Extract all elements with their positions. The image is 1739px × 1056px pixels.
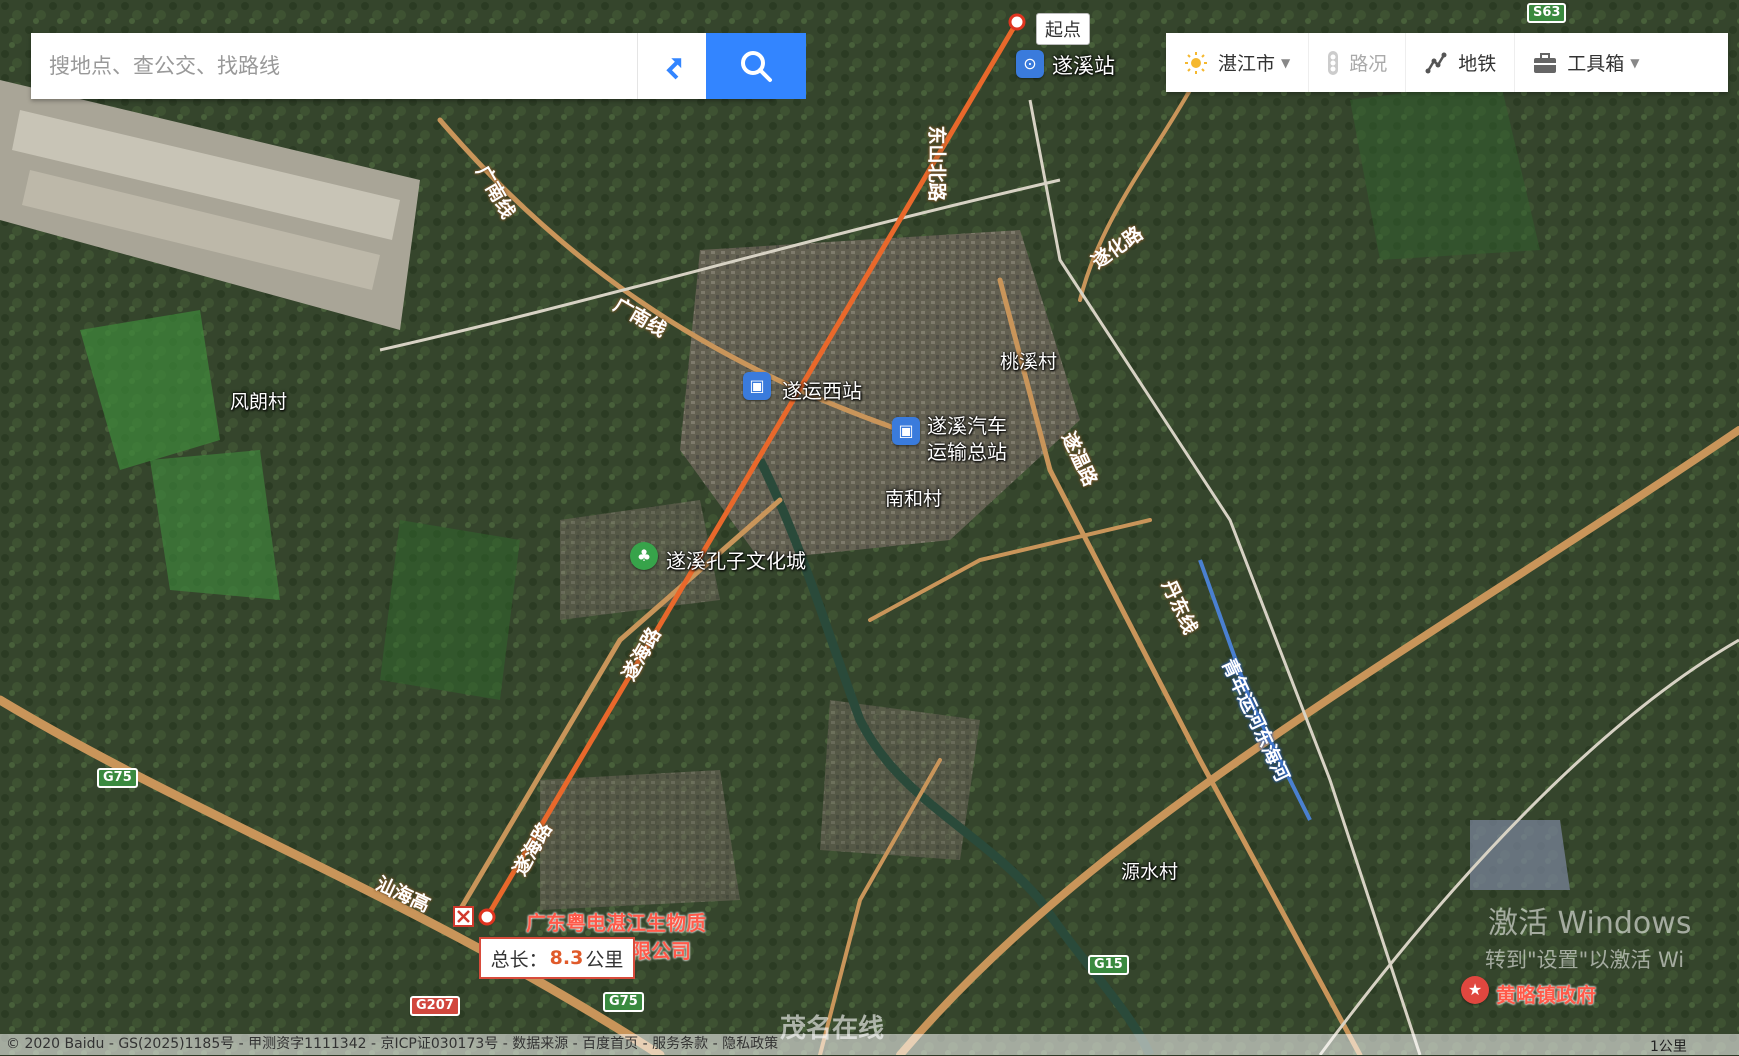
government-icon[interactable]: ★ xyxy=(1461,976,1489,1004)
park-icon[interactable]: ♣ xyxy=(630,542,658,570)
search-icon xyxy=(741,51,772,82)
city-label: 湛江市 xyxy=(1218,53,1276,75)
chevron-down-icon: ▼ xyxy=(1630,55,1640,70)
label-nanhe[interactable]: 南和村 xyxy=(885,484,942,511)
traffic-label: 路况 xyxy=(1349,53,1388,75)
distance-label: 总长： xyxy=(490,948,548,971)
toolbox-icon xyxy=(1533,52,1557,74)
toolbox-label: 工具箱 xyxy=(1567,53,1625,75)
route-start-tag: 起点 xyxy=(1036,13,1090,45)
route-start-marker xyxy=(1008,13,1026,31)
scale-bar-label: 1公里 xyxy=(1650,1039,1687,1055)
satellite-map[interactable] xyxy=(0,0,1739,1055)
shield-s63: S63 xyxy=(1527,3,1567,23)
shield-g75-b: G75 xyxy=(603,992,644,1012)
search-button[interactable] xyxy=(706,33,806,99)
search-input[interactable] xyxy=(31,33,627,99)
city-selector[interactable]: 湛江市 ▼ xyxy=(1166,33,1310,92)
traffic-light-icon xyxy=(1327,50,1339,76)
label-suixi-station[interactable]: 遂溪站 xyxy=(1052,50,1115,80)
shield-g15: G15 xyxy=(1088,955,1129,975)
sun-icon xyxy=(1184,51,1208,75)
activate-windows-hint: 转到"设置"以激活 Wi xyxy=(1485,948,1685,972)
bus-terminal-icon[interactable]: ▣ xyxy=(892,417,920,445)
traffic-button[interactable]: 路况 xyxy=(1309,33,1407,92)
label-company-1[interactable]: 广东粤电湛江生物质 xyxy=(526,907,706,936)
route-arrow-icon xyxy=(666,58,682,80)
label-huanglue-gov[interactable]: 黄略镇政府 xyxy=(1496,979,1596,1008)
label-fenglang[interactable]: 风朗村 xyxy=(230,387,287,414)
subway-label: 地铁 xyxy=(1458,53,1497,75)
label-suiyun-west[interactable]: 遂运西站 xyxy=(782,375,862,404)
route-planning-button[interactable] xyxy=(637,33,706,99)
route-end-marker xyxy=(478,908,496,926)
route-distance-box: 总长： 8.3 公里 xyxy=(479,937,635,979)
toolbox-button[interactable]: 工具箱 ▼ xyxy=(1515,33,1657,92)
subway-station-icon[interactable]: ⊙ xyxy=(1016,50,1044,78)
label-bus-terminal-2[interactable]: 运输总站 xyxy=(927,436,1007,465)
copyright-bar: © 2020 Baidu - GS(2025)1185号 - 甲测资字11113… xyxy=(0,1034,1739,1055)
distance-value: 8.3 xyxy=(549,947,584,969)
shield-g207: G207 xyxy=(410,996,460,1016)
activate-windows-watermark: 激活 Windows xyxy=(1488,906,1692,941)
subway-icon xyxy=(1424,51,1448,75)
subway-button[interactable]: 地铁 xyxy=(1406,33,1516,92)
shield-g75-a: G75 xyxy=(97,768,138,788)
search-box xyxy=(31,33,806,99)
label-bus-terminal-1[interactable]: 遂溪汽车 xyxy=(927,410,1007,439)
road-dongshan: 东山北路 xyxy=(925,125,948,202)
distance-unit: 公里 xyxy=(585,948,624,971)
label-taoxi[interactable]: 桃溪村 xyxy=(1000,347,1057,374)
label-confucius-city[interactable]: 遂溪孔子文化城 xyxy=(666,545,806,574)
bus-station-icon[interactable]: ▣ xyxy=(743,372,771,400)
chevron-down-icon: ▼ xyxy=(1281,55,1291,70)
map-toolbar: 湛江市 ▼ 路况 地铁 工具箱 ▼ xyxy=(1166,33,1728,92)
label-yuanshui[interactable]: 源水村 xyxy=(1121,857,1178,884)
label-company-2[interactable]: 限公司 xyxy=(631,935,691,964)
